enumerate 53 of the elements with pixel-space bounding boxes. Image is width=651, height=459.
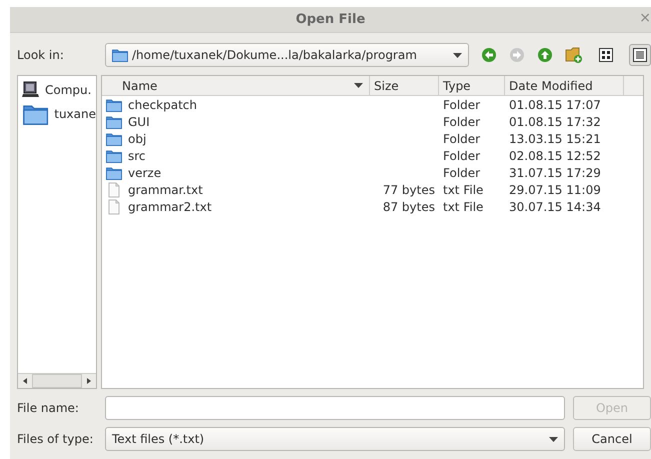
table-cell-text: txt File <box>442 200 484 214</box>
folder-icon <box>106 98 122 112</box>
table-cell-text: Folder <box>442 114 482 128</box>
table-cell-text: 29.07.15 11:09 <box>508 182 602 196</box>
table-cell-text: Folder <box>442 98 482 112</box>
look-in-label: Look in: <box>17 48 65 62</box>
table-cell-text: 13.03.15 15:21 <box>508 132 602 146</box>
file-row-name[interactable]: src <box>102 148 370 162</box>
folder-icon <box>106 148 122 162</box>
folder-icon <box>112 48 128 62</box>
file-row-name[interactable]: grammar.txt <box>102 182 370 198</box>
caret-icon <box>354 83 363 88</box>
file-row-name[interactable]: verze <box>102 166 370 180</box>
file-row-name[interactable]: checkpatch <box>102 98 370 112</box>
table-cell-text: 01.08.15 17:07 <box>508 98 602 112</box>
horizontal-scrollbar[interactable] <box>18 373 96 388</box>
table-cell-text: 31.07.15 17:29 <box>508 166 602 180</box>
file-row-name[interactable]: grammar2.txt <box>102 198 370 214</box>
table-cell-text: 30.07.15 14:34 <box>508 200 602 214</box>
folder-icon <box>106 166 122 180</box>
table-cell-text: Folder <box>442 166 482 180</box>
look-in-dropdown[interactable]: /home/tuxanek/Dokume...la/bakalarka/program <box>105 43 469 67</box>
file-name-label: File name: <box>17 401 80 415</box>
table-cell-text: 87 bytes <box>382 200 436 214</box>
column-header[interactable]: Size <box>370 76 439 95</box>
file-name-field[interactable] <box>105 396 565 420</box>
window-title: Open File <box>296 12 366 27</box>
sidebar-item[interactable]: tuxane <box>18 103 96 125</box>
folder-icon <box>22 103 50 125</box>
file-type-dropdown[interactable]: Text files (*.txt) <box>105 427 565 451</box>
column-header[interactable]: Date Modified <box>505 76 624 95</box>
table-cell-text: Folder <box>442 132 482 146</box>
file-row-name[interactable]: obj <box>102 132 370 146</box>
table-cell-text: Folder <box>442 148 482 162</box>
file-icon <box>106 182 122 198</box>
folder-icon <box>106 132 122 146</box>
detail-view-button[interactable] <box>629 44 651 66</box>
computer-icon <box>22 81 40 99</box>
caret-icon <box>453 52 462 58</box>
caret-icon <box>549 436 558 442</box>
table-cell-text: txt File <box>442 182 484 196</box>
cancel-button[interactable]: Cancel <box>573 427 651 451</box>
file-row-name[interactable]: GUI <box>102 114 370 128</box>
column-header[interactable]: Name <box>102 76 370 95</box>
new-folder-icon[interactable] <box>565 46 583 64</box>
sidebar-item[interactable]: Compu. <box>18 79 96 101</box>
table-cell-text: 77 bytes <box>382 182 436 196</box>
column-header[interactable]: Type <box>439 76 505 95</box>
file-icon <box>106 198 122 214</box>
files-of-type-label: Files of type: <box>17 432 94 446</box>
folder-icon <box>106 114 122 128</box>
table-cell-text: 02.08.15 12:52 <box>508 148 602 162</box>
table-cell-text: 01.08.15 17:32 <box>508 114 602 128</box>
